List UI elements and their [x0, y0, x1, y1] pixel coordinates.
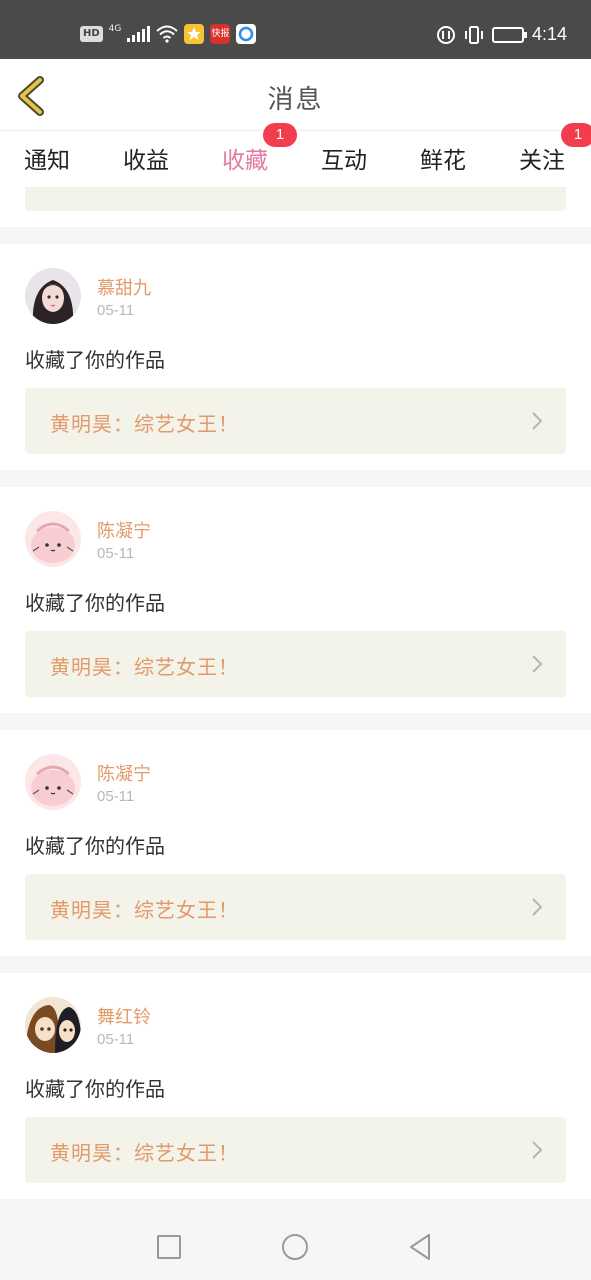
work-card[interactable]: 黄明昊：综艺女王！ [25, 874, 566, 940]
tab-interactions[interactable]: 互动 [321, 141, 367, 175]
tab-favorites[interactable]: 收藏 [222, 141, 268, 191]
system-nav-bar [0, 1214, 591, 1280]
tab-label: 收益 [123, 148, 169, 174]
message-item: 慕甜九 05-11 收藏了你的作品 黄明昊：综艺女王！ [0, 244, 591, 470]
anime-pair-avatar [25, 997, 81, 1053]
work-card[interactable]: 黄明昊：综艺女王！ [25, 1117, 566, 1183]
home-circle-icon [282, 1234, 308, 1260]
tab-favorites-badge: 1 [263, 123, 297, 147]
kuaibao-app-icon: 快报 [210, 24, 231, 44]
status-left-icons: HD 4G 快报 [80, 24, 257, 44]
battery-icon [491, 26, 527, 43]
pink-blob-avatar [25, 754, 81, 810]
tab-notifications[interactable]: 通知 [24, 141, 70, 175]
message-date: 05-11 [97, 545, 135, 562]
user-avatar[interactable] [25, 754, 81, 810]
message-date: 05-11 [97, 302, 135, 319]
network-type-label: 4G [108, 24, 122, 34]
message-text: 收藏了你的作品 [25, 591, 165, 615]
user-avatar[interactable] [25, 268, 81, 324]
tab-label: 鲜花 [420, 148, 466, 174]
tab-follows[interactable]: 关注 [519, 141, 565, 175]
tab-follows-badge: 1 [561, 123, 591, 147]
work-title: 黄明昊：综艺女王！ [50, 1141, 239, 1165]
user-name[interactable]: 舞红铃 [97, 1003, 151, 1029]
work-title: 黄明昊：综艺女王！ [50, 655, 239, 679]
user-avatar[interactable] [25, 997, 81, 1053]
tab-label: 收藏 [222, 148, 268, 174]
message-item: 陈凝宁 05-11 收藏了你的作品 黄明昊：综艺女王！ [0, 487, 591, 713]
chevron-right-icon [532, 898, 543, 916]
message-date: 05-11 [97, 1031, 135, 1048]
star-app-icon [184, 24, 205, 44]
work-title: 黄明昊：综艺女王！ [50, 412, 239, 436]
pink-blob-avatar [25, 511, 81, 567]
work-card[interactable]: 黄明昊：综艺女王！ [25, 631, 566, 697]
list-item-partial [0, 187, 591, 227]
page-title: 消息 [267, 85, 324, 115]
work-title: 黄明昊：综艺女王！ [50, 898, 239, 922]
vibrate-icon [464, 25, 483, 44]
user-name[interactable]: 陈凝宁 [97, 517, 151, 543]
chevron-right-icon [532, 1141, 543, 1159]
signal-icon [127, 26, 151, 42]
message-item: 陈凝宁 05-11 收藏了你的作品 黄明昊：综艺女王！ [0, 730, 591, 956]
tab-flowers[interactable]: 鲜花 [420, 141, 466, 175]
recents-button[interactable] [154, 1232, 184, 1262]
status-time: 4:14 [531, 24, 567, 44]
message-text: 收藏了你的作品 [25, 348, 165, 372]
user-avatar[interactable] [25, 511, 81, 567]
status-bar: HD 4G 快报 4:14 [0, 0, 591, 59]
message-date: 05-11 [97, 788, 135, 805]
back-triangle-icon [410, 1234, 430, 1260]
wifi-icon [156, 25, 179, 43]
tab-earnings[interactable]: 收益 [123, 141, 169, 175]
message-item: 舞红铃 05-11 收藏了你的作品 黄明昊：综艺女王！ [0, 973, 591, 1199]
hd-icon: HD [80, 26, 103, 42]
girl-portrait-avatar [25, 268, 81, 324]
home-button[interactable] [280, 1232, 310, 1262]
header: 消息 [0, 59, 591, 131]
chevron-right-icon [532, 655, 543, 673]
work-card[interactable]: 黄明昊：综艺女王！ [25, 388, 566, 454]
data-saver-icon [436, 25, 455, 44]
tab-label: 互动 [321, 148, 367, 174]
tab-bar: 通知 收益 收藏 1 互动 鲜花 关注 1 [0, 123, 591, 191]
chevron-right-icon [532, 412, 543, 430]
work-card-partial[interactable] [25, 187, 566, 211]
message-text: 收藏了你的作品 [25, 1077, 165, 1101]
browser-app-icon [236, 24, 257, 44]
status-right-icons: 4:14 [436, 24, 567, 45]
system-back-button[interactable] [405, 1232, 435, 1262]
message-text: 收藏了你的作品 [25, 834, 165, 858]
tab-label: 关注 [519, 148, 565, 174]
tab-label: 通知 [24, 148, 70, 174]
user-name[interactable]: 慕甜九 [97, 274, 151, 300]
user-name[interactable]: 陈凝宁 [97, 760, 151, 786]
recents-square-icon [157, 1235, 181, 1259]
